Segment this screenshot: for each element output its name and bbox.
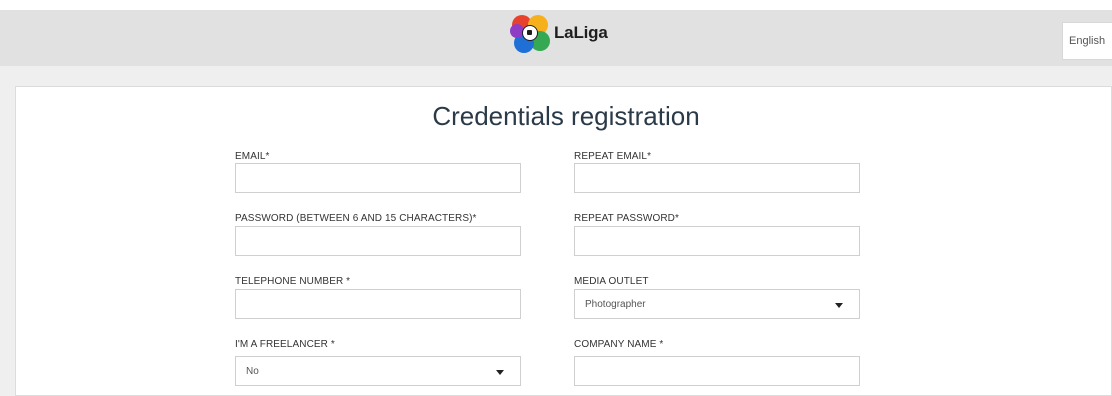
media-outlet-value: Photographer xyxy=(585,298,646,310)
media-outlet-select[interactable]: Photographer xyxy=(574,289,860,319)
laliga-logo[interactable]: LaLiga xyxy=(510,13,608,53)
company-name-field[interactable] xyxy=(574,356,860,386)
top-header: LaLiga English xyxy=(0,0,1112,66)
freelancer-label: I'M A FREELANCER * xyxy=(235,339,335,350)
registration-card xyxy=(15,86,1112,396)
repeat-email-label: REPEAT EMAIL* xyxy=(574,151,652,162)
media-outlet-label: MEDIA OUTLET xyxy=(574,276,649,287)
laliga-logo-icon xyxy=(510,13,550,53)
language-select[interactable]: English xyxy=(1062,22,1112,60)
freelancer-value: No xyxy=(246,365,259,377)
telephone-field[interactable] xyxy=(235,289,521,319)
repeat-password-label: REPEAT PASSWORD* xyxy=(574,213,679,224)
soccer-ball-icon xyxy=(522,25,538,41)
language-select-value: English xyxy=(1069,35,1106,47)
chevron-down-icon xyxy=(496,370,504,375)
freelancer-select[interactable]: No xyxy=(235,356,521,386)
repeat-email-field[interactable] xyxy=(574,163,860,193)
repeat-password-field[interactable] xyxy=(574,226,860,256)
page-title: Credentials registration xyxy=(432,101,700,131)
password-field[interactable] xyxy=(235,226,521,256)
email-field[interactable] xyxy=(235,163,521,193)
logo-text: LaLiga xyxy=(554,23,608,42)
telephone-label: TELEPHONE NUMBER * xyxy=(235,276,351,287)
company-name-label: COMPANY NAME * xyxy=(574,339,664,350)
email-label: EMAIL* xyxy=(235,151,270,162)
chevron-down-icon xyxy=(835,303,843,308)
password-label: PASSWORD (BETWEEN 6 AND 15 CHARACTERS)* xyxy=(235,213,477,224)
